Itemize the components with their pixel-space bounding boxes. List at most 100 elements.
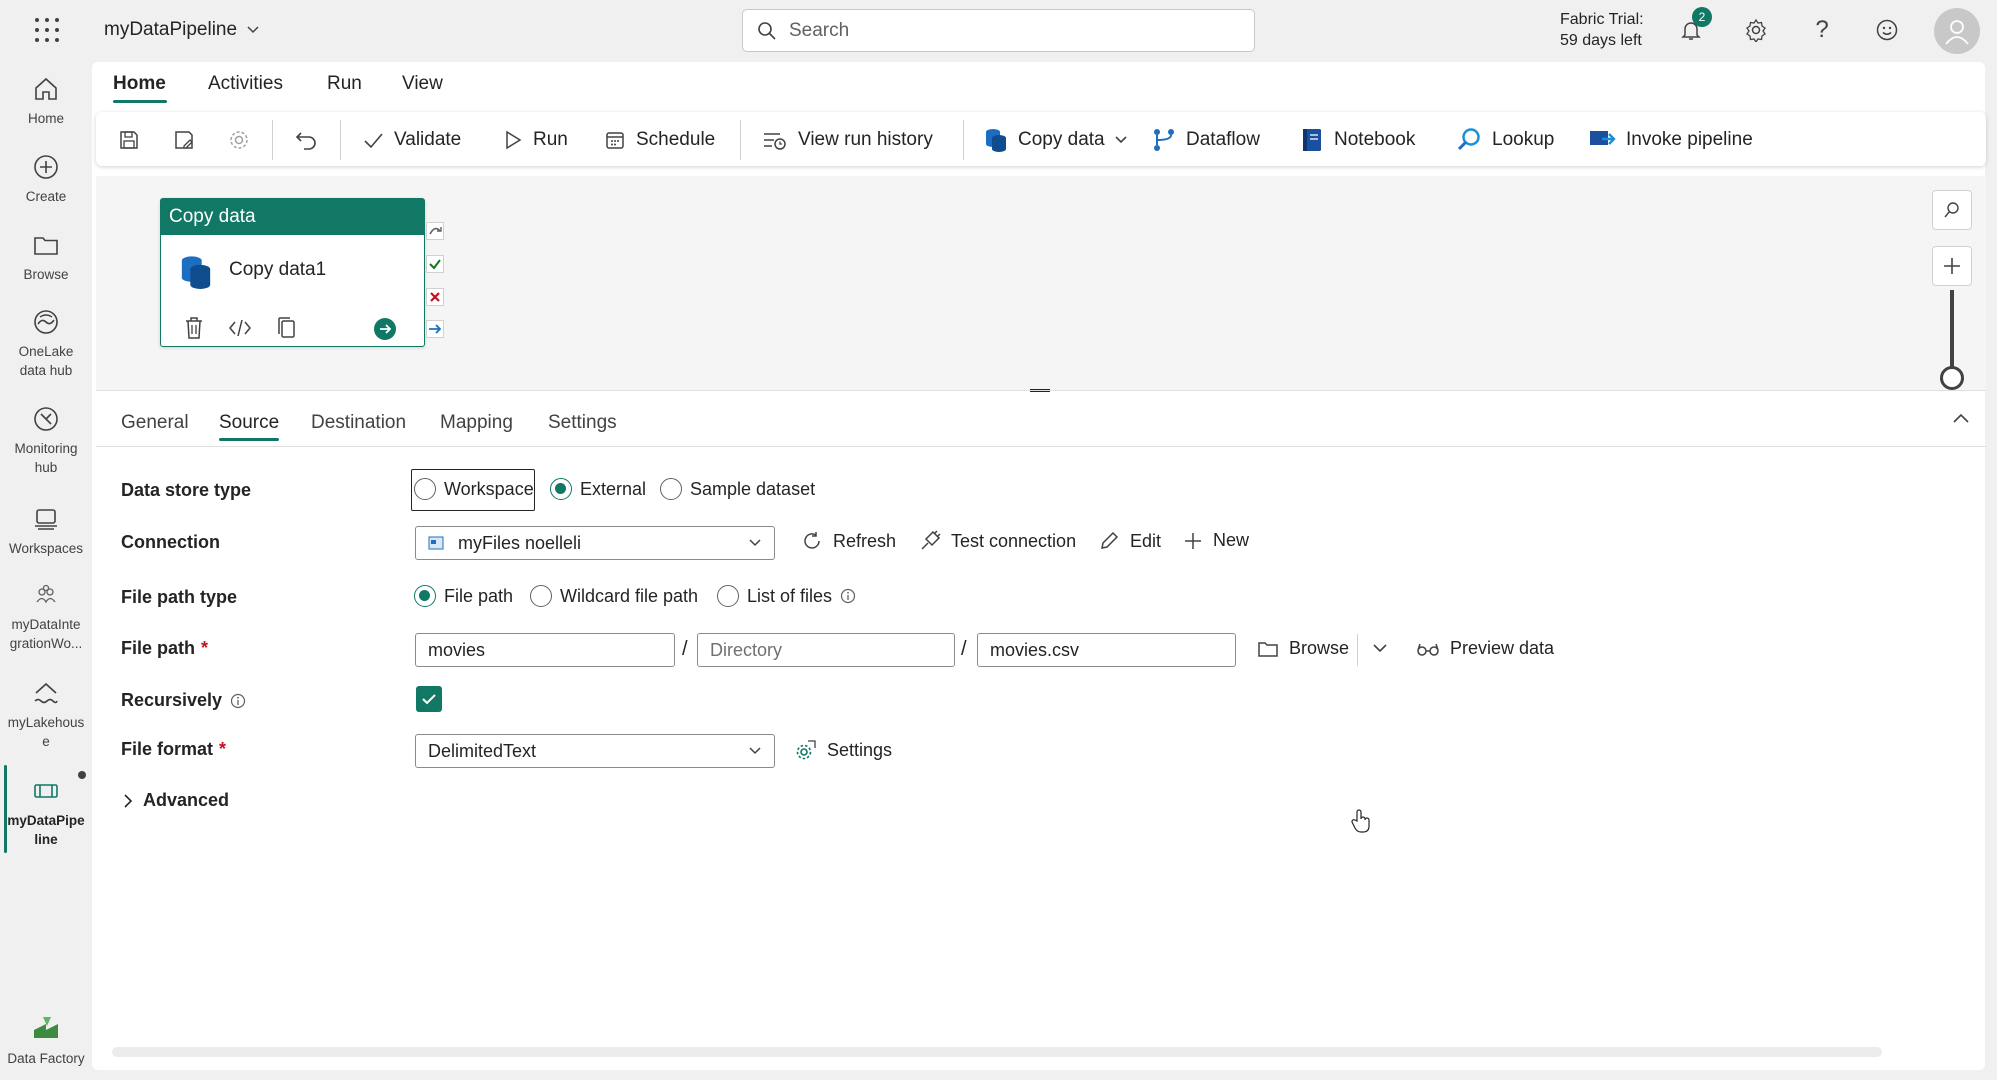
tab-source[interactable]: Source [219,412,279,434]
radio-sample-dataset[interactable]: Sample dataset [660,478,815,500]
rail-item-data-factory[interactable]: Data Factory [0,1012,92,1068]
save-as-button[interactable] [173,124,195,156]
onelake-icon [29,305,63,339]
rail-item-browse[interactable]: Browse [0,228,92,284]
tab-mapping[interactable]: Mapping [440,412,513,434]
rail-item-workspaces[interactable]: Workspaces [0,502,92,558]
folder-icon [29,228,63,262]
menu-tab-view[interactable]: View [402,73,443,95]
chevron-up-icon[interactable] [1952,412,1970,424]
search-input[interactable] [789,19,1229,42]
copy-data-button[interactable]: Copy data [984,124,1127,156]
radio-label: Wildcard file path [560,585,699,606]
save-button[interactable] [118,124,140,156]
data-store-type-label: Data store type [121,480,252,500]
feedback-button[interactable] [1869,12,1905,48]
info-icon[interactable] [230,693,246,709]
copy-data-icon [179,253,213,291]
schedule-button[interactable]: Schedule [604,124,715,156]
preview-data-button[interactable]: Preview data [1416,638,1554,659]
file-format-select[interactable]: DelimitedText [415,734,775,768]
toolbar-separator [740,120,741,160]
failure-path-icon[interactable] [426,288,444,306]
rail-item-lakehouse[interactable]: myLakehous e [0,676,92,751]
avatar[interactable] [1934,8,1980,54]
radio-list-of-files[interactable]: List of files [717,585,856,607]
directory-input[interactable]: Directory [697,633,955,667]
undo-button[interactable] [295,124,319,156]
save-as-icon [173,129,195,151]
radio-file-path[interactable]: File path [414,585,513,607]
code-icon[interactable] [228,318,252,342]
rail-item-create[interactable]: Create [0,150,92,206]
app-launcher-icon[interactable] [34,17,60,43]
panel-divider [96,390,1986,391]
connection-select[interactable]: myFiles noelleli [415,526,775,560]
arrow-right-circle-icon[interactable] [373,317,397,341]
settings-gear-icon [795,739,817,761]
zoom-slider-handle[interactable] [1940,366,1964,390]
skip-path-icon[interactable] [426,222,444,240]
test-connection-button[interactable]: Test connection [919,530,1076,552]
container-input[interactable]: movies [415,633,675,667]
canvas-search-button[interactable] [1932,190,1972,230]
help-button[interactable]: ? [1804,12,1840,48]
pipeline-settings-button[interactable] [228,124,250,156]
file-path-label: File path * [121,638,208,659]
rail-item-monitoring[interactable]: Monitoring hub [0,402,92,477]
chevron-right-icon [123,793,133,809]
plug-icon [919,530,941,552]
required-asterisk: * [201,638,209,658]
delete-icon[interactable] [183,316,207,340]
notebook-button[interactable]: Notebook [1300,124,1415,156]
menu-tab-home[interactable]: Home [113,73,166,95]
tab-settings[interactable]: Settings [548,412,617,434]
rail-item-onelake[interactable]: OneLake data hub [0,305,92,380]
rail-item-workspace-current[interactable]: myDataInte grationWo... [0,578,92,653]
info-icon[interactable] [840,588,856,604]
workspaces-icon [29,502,63,536]
lookup-button[interactable]: Lookup [1456,124,1554,156]
zoom-in-button[interactable] [1932,246,1972,286]
button-separator [1357,634,1358,666]
format-settings-button[interactable]: Settings [795,739,892,761]
trial-status[interactable]: Fabric Trial: 59 days left [1560,9,1644,51]
copy-icon[interactable] [276,316,300,340]
rail-item-home[interactable]: Home [0,72,92,128]
file-path-type-label: File path type [121,587,238,607]
menu-tab-run[interactable]: Run [327,73,362,95]
radio-workspace[interactable]: Workspace [414,478,534,500]
search-box[interactable] [742,9,1255,52]
radio-external[interactable]: External [550,478,646,500]
item-title-dropdown[interactable]: myDataPipeline [104,19,259,41]
lookup-icon [1456,127,1482,153]
zoom-slider-track[interactable] [1950,290,1954,374]
tab-destination[interactable]: Destination [311,412,406,434]
browse-options-button[interactable] [1372,643,1388,653]
settings-button[interactable] [1738,12,1774,48]
new-connection-button[interactable]: New [1183,530,1249,551]
rail-item-pipeline[interactable]: myDataPipe line [0,774,92,849]
chevron-down-icon [748,536,762,550]
tab-general[interactable]: General [121,412,189,434]
dataflow-button[interactable]: Dataflow [1152,124,1260,156]
view-run-history-button[interactable]: View run history [762,124,933,156]
menu-tab-activities[interactable]: Activities [208,73,283,95]
gear-icon [228,129,250,151]
horizontal-scrollbar[interactable] [112,1047,1882,1057]
radio-indicator [414,585,436,607]
completion-path-icon[interactable] [426,320,444,338]
edit-connection-button[interactable]: Edit [1098,530,1161,552]
success-path-icon[interactable] [426,255,444,273]
recursively-checkbox[interactable] [416,686,442,712]
run-button[interactable]: Run [503,124,568,156]
preview-data-label: Preview data [1450,638,1555,658]
radio-wildcard-file-path[interactable]: Wildcard file path [530,585,698,607]
refresh-button[interactable]: Refresh [801,530,896,552]
invoke-pipeline-button[interactable]: Invoke pipeline [1588,124,1753,156]
invoke-pipeline-icon [1588,127,1616,153]
advanced-expander[interactable]: Advanced [123,790,229,811]
validate-button[interactable]: Validate [362,124,461,156]
browse-button[interactable]: Browse [1257,638,1349,659]
file-name-input[interactable]: movies.csv [977,633,1236,667]
